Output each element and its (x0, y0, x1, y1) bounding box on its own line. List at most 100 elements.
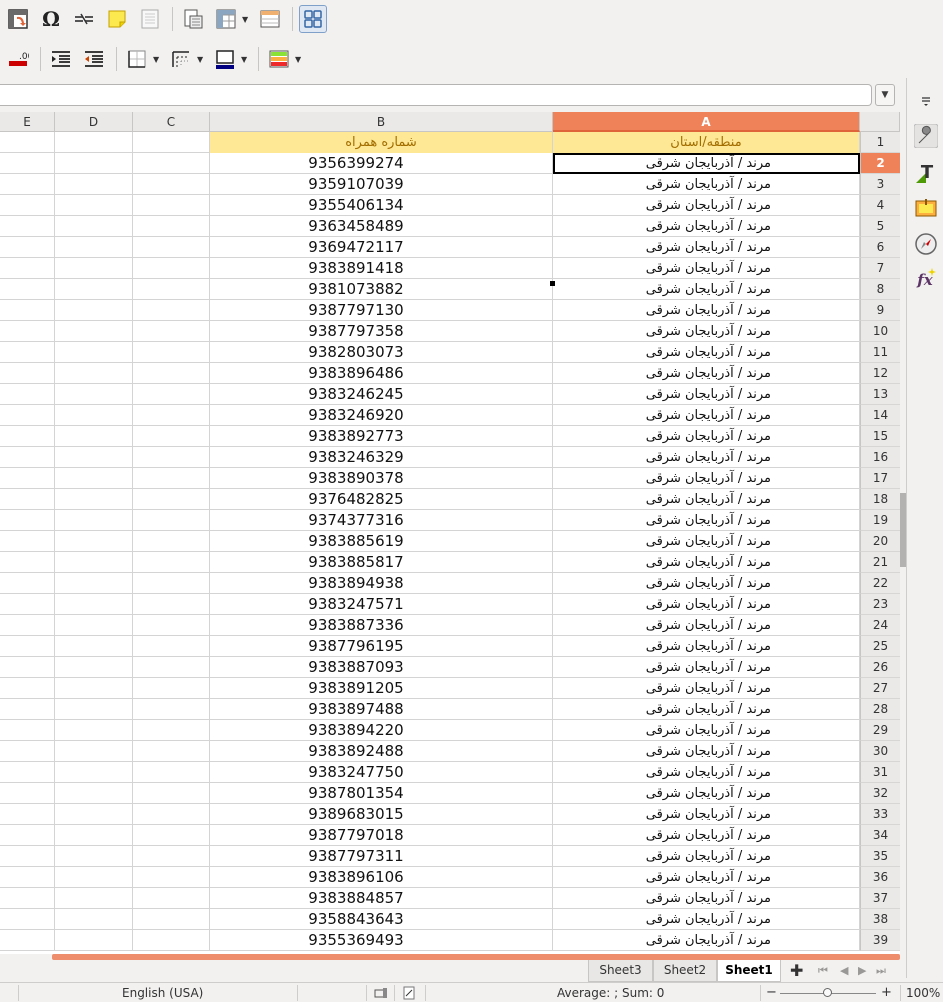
cell-d[interactable] (55, 405, 133, 426)
cell-d[interactable] (55, 615, 133, 636)
cell-e[interactable] (0, 909, 55, 930)
cell-c[interactable] (133, 384, 210, 405)
cell-c[interactable] (133, 825, 210, 846)
cell-region[interactable]: مرند / آذربایجان شرقی (553, 258, 860, 279)
row-header[interactable]: 10 (860, 321, 900, 342)
cell-d[interactable] (55, 363, 133, 384)
row-header[interactable]: 22 (860, 573, 900, 594)
cell-mobile-number[interactable]: 9387797311 (210, 846, 553, 867)
cell-e[interactable] (0, 531, 55, 552)
cell-mobile-number[interactable]: 9383897488 (210, 699, 553, 720)
cell-mobile-number[interactable]: 9376482825 (210, 489, 553, 510)
cell-e[interactable] (0, 594, 55, 615)
functions-icon[interactable]: fx (913, 265, 939, 291)
row-header[interactable]: 30 (860, 741, 900, 762)
cell-e[interactable] (0, 699, 55, 720)
cell-e[interactable] (0, 258, 55, 279)
column-header-icon[interactable] (256, 5, 284, 33)
sidebar-menu-icon[interactable] (913, 88, 939, 114)
conditional-formatting-dropdown-arrow-icon[interactable]: ▼ (295, 55, 303, 64)
cell-c[interactable] (133, 783, 210, 804)
cell-c[interactable] (133, 195, 210, 216)
cell-e[interactable] (0, 825, 55, 846)
cell-e[interactable] (0, 720, 55, 741)
row-header[interactable]: 13 (860, 384, 900, 405)
properties-wrench-icon[interactable] (913, 123, 939, 149)
row-header[interactable]: 3 (860, 174, 900, 195)
column-header-a[interactable]: A (553, 112, 860, 132)
cell-e[interactable] (0, 930, 55, 951)
first-sheet-icon[interactable]: ⏮ (818, 960, 828, 982)
cell-region[interactable]: مرند / آذربایجان شرقی (553, 174, 860, 195)
cell-d[interactable] (55, 153, 133, 174)
cell-mobile-number[interactable]: 9387797018 (210, 825, 553, 846)
cell-region[interactable]: مرند / آذربایجان شرقی (553, 825, 860, 846)
row-header[interactable]: 6 (860, 237, 900, 258)
cell-region[interactable]: مرند / آذربایجان شرقی (553, 783, 860, 804)
document-modified-icon[interactable] (402, 986, 416, 1002)
cell-region[interactable]: مرند / آذربایجان شرقی (553, 762, 860, 783)
cell-mobile-number[interactable]: 9383246245 (210, 384, 553, 405)
gallery-icon[interactable] (913, 195, 939, 221)
cell-region[interactable]: مرند / آذربایجان شرقی (553, 552, 860, 573)
cell-d[interactable] (55, 426, 133, 447)
cell-c[interactable] (133, 594, 210, 615)
cell-mobile-number[interactable]: 9383885619 (210, 531, 553, 552)
cell-d[interactable] (55, 594, 133, 615)
cell-c[interactable] (133, 762, 210, 783)
column-header-e[interactable]: E (0, 112, 55, 132)
cell-e[interactable] (0, 573, 55, 594)
cell-e[interactable] (0, 804, 55, 825)
cell-e[interactable] (0, 888, 55, 909)
row-header[interactable]: 15 (860, 426, 900, 447)
cell-d[interactable] (55, 720, 133, 741)
cell-d[interactable] (55, 279, 133, 300)
add-sheet-icon[interactable]: ✚ (790, 961, 803, 981)
cell-mobile-number[interactable]: 9358843643 (210, 909, 553, 930)
cell-mobile-number[interactable]: 9387796195 (210, 636, 553, 657)
cell-mobile-number[interactable]: 9383887336 (210, 615, 553, 636)
cell-e[interactable] (0, 846, 55, 867)
cell-c[interactable] (133, 699, 210, 720)
cell-e[interactable] (0, 762, 55, 783)
cell-region[interactable]: مرند / آذربایجان شرقی (553, 510, 860, 531)
cell-e[interactable] (0, 300, 55, 321)
cell-region[interactable]: مرند / آذربایجان شرقی (553, 489, 860, 510)
selection-summary[interactable]: Average: ; Sum: 0 (557, 983, 664, 1002)
header-cell-region[interactable]: منطقه/استان (553, 132, 860, 153)
row-header[interactable]: 34 (860, 825, 900, 846)
row-header[interactable]: 21 (860, 552, 900, 573)
cell-region[interactable]: مرند / آذربایجان شرقی (553, 804, 860, 825)
cell-region[interactable]: مرند / آذربایجان شرقی (553, 279, 860, 300)
cell-d[interactable] (55, 867, 133, 888)
cell-mobile-number[interactable]: 9383246920 (210, 405, 553, 426)
cell-c[interactable] (133, 132, 210, 153)
cell-e[interactable] (0, 741, 55, 762)
cell-e[interactable] (0, 867, 55, 888)
zoom-slider-knob[interactable] (823, 988, 832, 997)
column-header-b[interactable]: B (210, 112, 553, 132)
cell-region[interactable]: مرند / آذربایجان شرقی (553, 573, 860, 594)
cell-d[interactable] (55, 258, 133, 279)
cell-region[interactable]: مرند / آذربایجان شرقی (553, 531, 860, 552)
cell-e[interactable] (0, 342, 55, 363)
cell-region[interactable]: مرند / آذربایجان شرقی (553, 699, 860, 720)
cell-d[interactable] (55, 804, 133, 825)
cell-c[interactable] (133, 468, 210, 489)
navigator-icon[interactable] (913, 231, 939, 257)
borders-icon[interactable] (123, 45, 151, 73)
tab-sheet1[interactable]: Sheet1 (717, 960, 781, 982)
cell-c[interactable] (133, 552, 210, 573)
cell-c[interactable] (133, 930, 210, 951)
row-header[interactable]: 12 (860, 363, 900, 384)
styles-icon[interactable]: T (913, 160, 939, 186)
header-cell-mobile-number[interactable]: شماره همراه (210, 132, 553, 153)
cell-mobile-number[interactable]: 9383891205 (210, 678, 553, 699)
cell-d[interactable] (55, 930, 133, 951)
cell-mobile-number[interactable]: 9363458489 (210, 216, 553, 237)
cell-region[interactable]: مرند / آذربایجان شرقی (553, 321, 860, 342)
cell-region[interactable]: مرند / آذربایجان شرقی (553, 216, 860, 237)
cell-c[interactable] (133, 321, 210, 342)
cell-e[interactable] (0, 216, 55, 237)
conditional-formatting-icon[interactable] (265, 45, 293, 73)
